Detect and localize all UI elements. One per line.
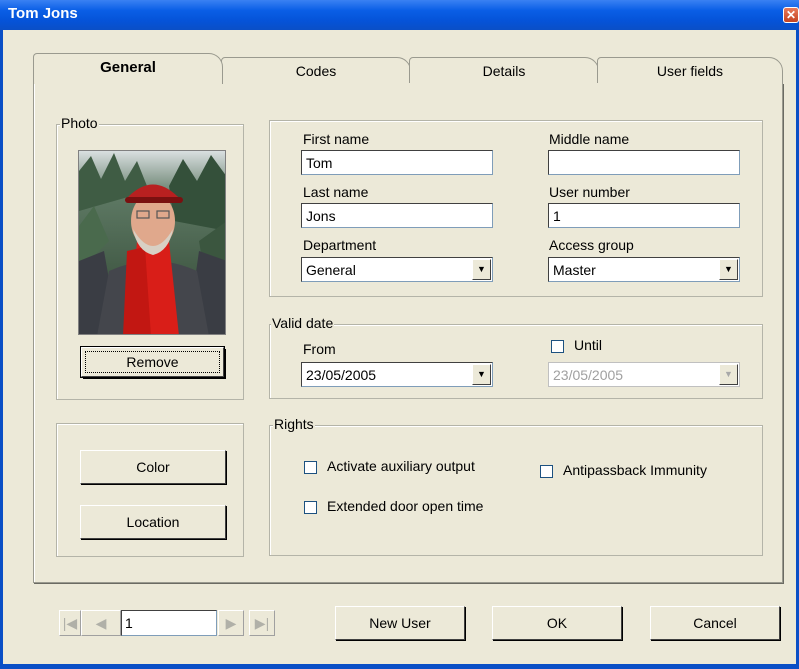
until-checkbox[interactable] [551,340,564,353]
chevron-down-icon[interactable]: ▼ [472,364,491,385]
antipassback-checkbox[interactable] [540,465,553,478]
until-label: Until [574,337,603,353]
from-date-select[interactable]: 23/05/2005 ▼ [301,362,493,387]
first-name-field[interactable]: Tom [301,150,493,175]
next-record-icon: ▶ [218,610,244,636]
tab-details[interactable]: Details [409,57,599,85]
window-frame-left [0,30,3,669]
aux-output-checkbox[interactable] [304,461,317,474]
rights-group [269,425,763,556]
new-user-button[interactable]: New User [335,606,465,640]
access-group-value: Master [553,262,596,278]
access-group-select[interactable]: Master ▼ [548,257,740,282]
antipassback-label: Antipassback Immunity [563,462,707,478]
chevron-down-icon: ▼ [719,364,738,385]
access-group-label: Access group [549,237,634,253]
chevron-down-icon[interactable]: ▼ [472,259,491,280]
tab-user-fields[interactable]: User fields [597,57,783,85]
close-icon[interactable]: ✕ [783,7,799,23]
last-name-label: Last name [303,184,369,200]
valid-date-group-label: Valid date [271,315,335,331]
record-number-field[interactable]: 1 [121,610,217,636]
title-bar[interactable] [0,0,799,30]
remove-button-label: Remove [126,354,179,370]
photo-group-label: Photo [60,115,99,131]
department-label: Department [303,237,377,253]
window-frame-bottom [0,664,799,669]
last-record-icon: ▶| [249,610,275,636]
middle-name-label: Middle name [549,131,630,147]
tab-general[interactable]: General [33,53,223,84]
from-label: From [303,341,336,357]
extended-door-checkbox[interactable] [304,501,317,514]
extended-door-label: Extended door open time [327,498,484,514]
until-date-value: 23/05/2005 [553,367,624,383]
aux-output-label: Activate auxiliary output [327,458,475,474]
last-name-field[interactable]: Jons [301,203,493,228]
user-photo-image [79,151,225,334]
user-number-label: User number [549,184,630,200]
department-select[interactable]: General ▼ [301,257,493,282]
rights-group-label: Rights [273,416,315,432]
department-value: General [306,262,356,278]
chevron-down-icon[interactable]: ▼ [719,259,738,280]
cancel-button[interactable]: Cancel [650,606,780,640]
user-number-field[interactable]: 1 [548,203,740,228]
remove-photo-button[interactable]: Remove [81,347,224,377]
first-name-label: First name [303,131,370,147]
color-button[interactable]: Color [80,450,226,484]
previous-record-icon: ◀ [81,610,121,636]
location-button[interactable]: Location [80,505,226,539]
from-date-value: 23/05/2005 [306,367,377,383]
tab-codes[interactable]: Codes [221,57,411,85]
middle-name-field[interactable] [548,150,740,175]
ok-button[interactable]: OK [492,606,622,640]
window-title: Tom Jons [8,5,78,22]
first-record-icon: |◀ [59,610,81,636]
user-photo [78,150,226,335]
until-date-select: 23/05/2005 ▼ [548,362,740,387]
